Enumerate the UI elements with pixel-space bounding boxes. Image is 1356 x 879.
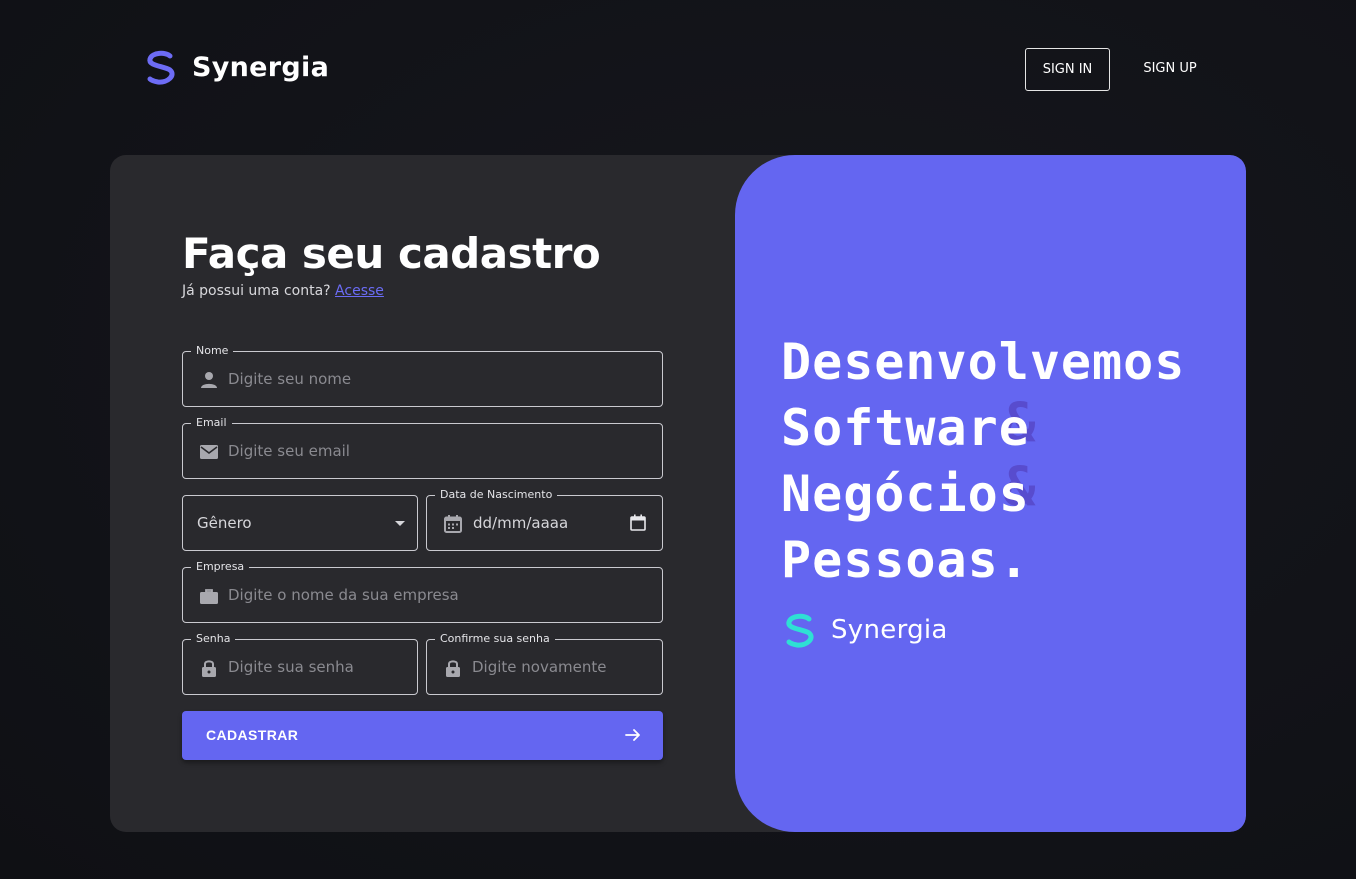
promo-panel: Desenvolvemos & Software & Negócios Pess… bbox=[735, 155, 1246, 832]
email-label: Email bbox=[191, 416, 232, 430]
page-title: Faça seu cadastro bbox=[182, 229, 601, 278]
confirm-password-field[interactable]: Confirme sua senha bbox=[426, 632, 663, 695]
login-link[interactable]: Acesse bbox=[335, 283, 384, 299]
birthdate-value: dd/mm/aaaa bbox=[473, 514, 569, 532]
promo-brand: Synergia bbox=[781, 611, 948, 649]
register-button[interactable]: CADASTRAR bbox=[182, 711, 663, 760]
company-input[interactable] bbox=[228, 568, 650, 622]
signup-form: Faça seu cadastro Já possui uma conta? A… bbox=[110, 155, 735, 832]
gender-select-value: Gênero bbox=[197, 514, 252, 532]
lock-icon bbox=[202, 660, 216, 677]
person-icon bbox=[201, 372, 217, 388]
top-navbar: Synergia SIGN IN SIGN UP bbox=[0, 0, 1356, 130]
promo-line-3: Negócios bbox=[781, 465, 1030, 523]
gender-select[interactable]: Gênero bbox=[182, 495, 418, 551]
promo-line-4: Pessoas. bbox=[781, 531, 1030, 589]
calendar-icon bbox=[444, 515, 462, 533]
sign-in-button[interactable]: SIGN IN bbox=[1025, 48, 1110, 91]
mail-icon bbox=[200, 445, 218, 459]
sign-up-button[interactable]: SIGN UP bbox=[1130, 48, 1210, 88]
briefcase-icon bbox=[200, 589, 218, 604]
birthdate-field[interactable]: Data de Nascimento dd/mm/aaaa bbox=[426, 488, 663, 551]
synergia-logo-icon bbox=[786, 613, 814, 648]
date-picker-icon[interactable] bbox=[630, 514, 646, 532]
login-prompt-text: Já possui uma conta? bbox=[182, 283, 331, 299]
arrow-right-icon bbox=[625, 729, 640, 741]
synergia-logo-icon bbox=[147, 50, 175, 85]
password-field[interactable]: Senha bbox=[182, 632, 418, 695]
brand-name: Synergia bbox=[192, 51, 330, 83]
name-field[interactable]: Nome bbox=[182, 344, 663, 407]
name-input[interactable] bbox=[228, 352, 650, 406]
signup-card: Faça seu cadastro Já possui uma conta? A… bbox=[110, 155, 1246, 832]
email-field[interactable]: Email bbox=[182, 416, 663, 479]
promo-line-2: Software bbox=[781, 399, 1030, 457]
promo-brand-name: Synergia bbox=[831, 615, 948, 645]
confirm-password-input[interactable] bbox=[472, 640, 650, 694]
register-button-label: CADASTRAR bbox=[206, 727, 299, 743]
email-input[interactable] bbox=[228, 424, 650, 478]
promo-line-1: Desenvolvemos bbox=[781, 333, 1186, 391]
lock-icon bbox=[446, 660, 460, 677]
company-field[interactable]: Empresa bbox=[182, 560, 663, 623]
password-input[interactable] bbox=[228, 640, 405, 694]
birthdate-label: Data de Nascimento bbox=[435, 488, 558, 502]
login-prompt: Já possui uma conta? Acesse bbox=[182, 283, 384, 299]
brand-logo[interactable]: Synergia bbox=[142, 48, 329, 86]
chevron-down-icon bbox=[395, 521, 405, 526]
